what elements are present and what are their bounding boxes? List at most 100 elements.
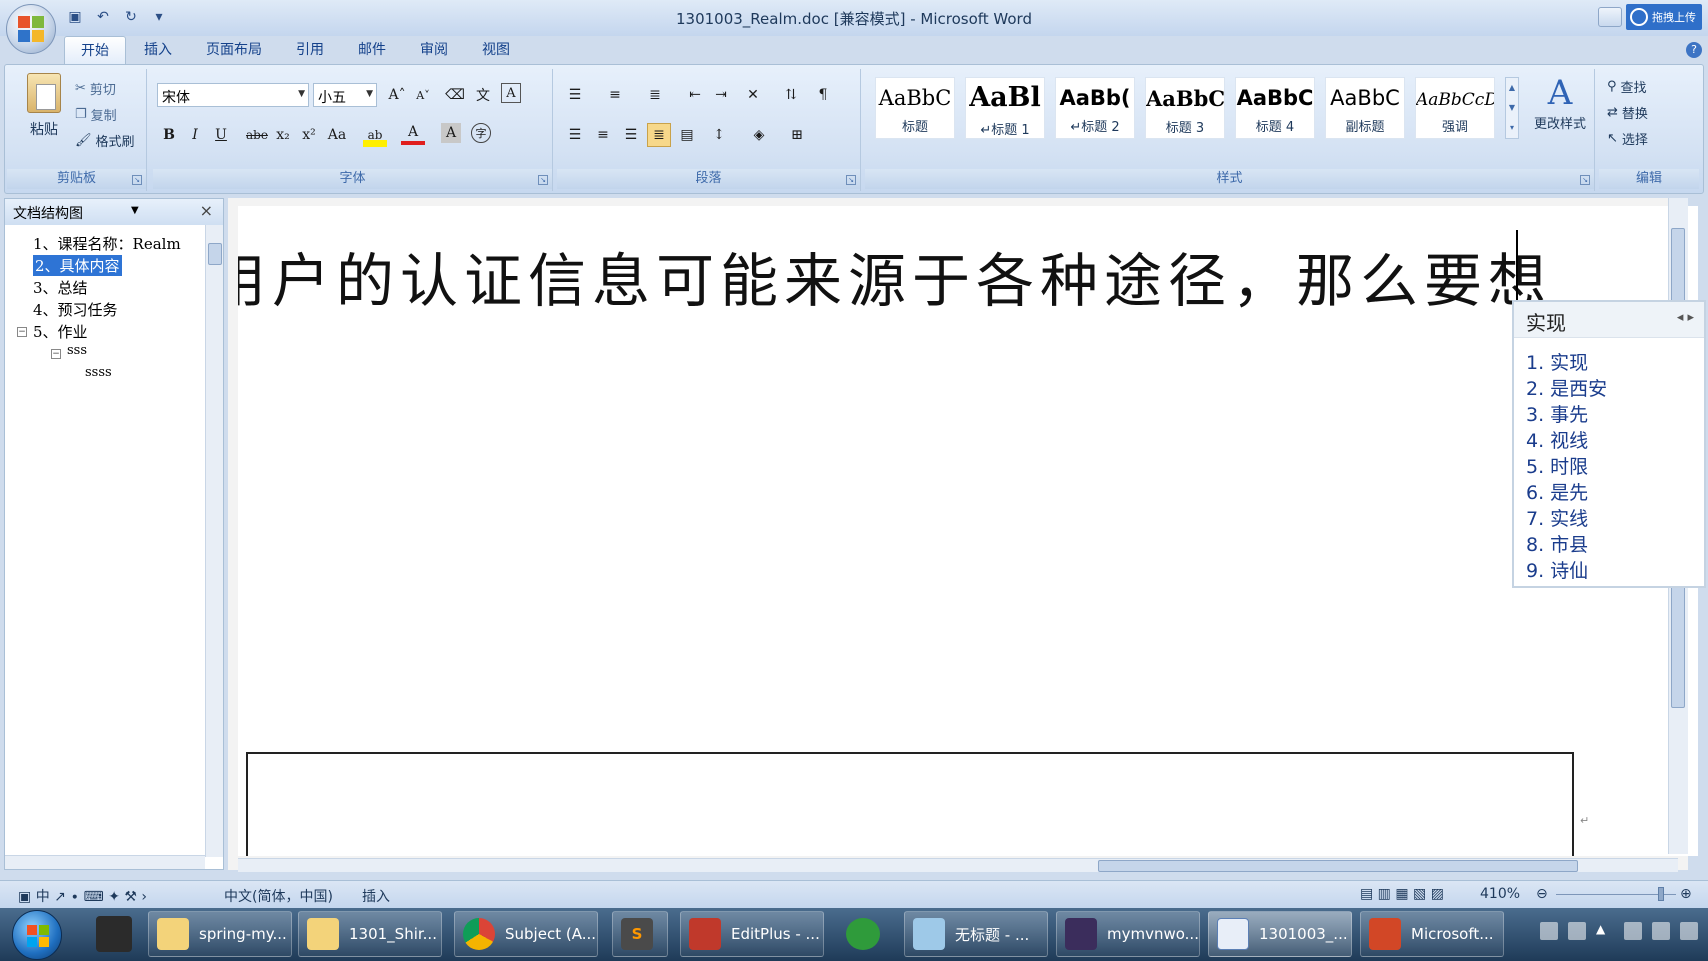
paragraph-launcher-icon[interactable]: ↘ xyxy=(846,175,856,185)
tab-home[interactable]: 开始 xyxy=(64,36,126,64)
style-heading-3[interactable]: AaBbC 标题 3 xyxy=(1145,77,1225,139)
format-painter-button[interactable]: 🖌 格式刷 xyxy=(75,129,135,151)
minimize-button[interactable] xyxy=(1598,7,1622,27)
find-button[interactable]: ⚲ 查找 xyxy=(1607,75,1647,97)
ime-candidate[interactable]: 9. 诗仙 xyxy=(1526,556,1588,583)
enclose-chars-button[interactable]: 字 xyxy=(471,123,491,143)
collapse-icon[interactable]: − xyxy=(51,349,61,359)
scroll-thumb[interactable] xyxy=(1098,860,1578,872)
cut-button[interactable]: ✂ 剪切 xyxy=(75,77,116,99)
nav-item-preview-task[interactable]: 4、预习任务 xyxy=(33,299,118,320)
char-border-button[interactable]: A xyxy=(501,83,521,103)
justify-icon[interactable]: ≣ xyxy=(647,123,671,147)
insert-mode-status[interactable]: 插入 xyxy=(362,886,390,906)
document-horizontal-scrollbar[interactable] xyxy=(238,858,1678,872)
borders-icon[interactable]: ⊞ xyxy=(785,123,809,147)
chinese-layout-icon[interactable]: ✕ xyxy=(741,83,765,107)
tab-insert[interactable]: 插入 xyxy=(128,36,188,64)
change-case-button[interactable]: Aa xyxy=(325,123,349,147)
document-page[interactable]: 用户的认证信息可能来源于各种途径，那么要想 ↵ xyxy=(238,206,1698,856)
taskbar-item-notepad[interactable]: 无标题 - ... xyxy=(904,911,1048,957)
font-name-combo[interactable]: 宋体 ▼ xyxy=(157,83,309,107)
replace-button[interactable]: ⇄ 替换 xyxy=(1607,101,1648,123)
tab-mailings[interactable]: 邮件 xyxy=(342,36,402,64)
copy-button[interactable]: ❐ 复制 xyxy=(75,103,117,125)
shading-icon[interactable]: ◈ xyxy=(747,123,771,147)
clipboard-launcher-icon[interactable]: ↘ xyxy=(132,175,142,185)
taskbar-item-office[interactable]: Microsoft... xyxy=(1360,911,1504,957)
style-heading-1[interactable]: AaBl ↵标题 1 xyxy=(965,77,1045,139)
view-buttons[interactable]: ▤ ▥ ▦ ▧ ▨ xyxy=(1360,886,1444,902)
subscript-button[interactable]: x₂ xyxy=(271,123,295,147)
zoom-slider[interactable]: ⊖ ⊕ xyxy=(1536,886,1696,902)
pinned-app-icon[interactable] xyxy=(96,916,132,952)
tab-references[interactable]: 引用 xyxy=(280,36,340,64)
font-launcher-icon[interactable]: ↘ xyxy=(538,175,548,185)
style-title[interactable]: AaBbC 标题 xyxy=(875,77,955,139)
nav-item-homework[interactable]: 5、作业 xyxy=(33,321,88,342)
tab-view[interactable]: 视图 xyxy=(466,36,526,64)
cloud-upload-button[interactable]: 拖拽上传 xyxy=(1626,4,1702,30)
nav-horizontal-scrollbar[interactable] xyxy=(5,855,205,869)
font-size-combo[interactable]: 小五 ▼ xyxy=(313,83,377,107)
taskbar-item-editplus[interactable]: EditPlus - ... xyxy=(680,911,824,957)
change-styles-button[interactable]: A 更改样式 xyxy=(1529,73,1591,132)
signal-icon[interactable] xyxy=(1652,922,1670,940)
taskbar-item-chrome[interactable]: Subject (A... xyxy=(454,911,598,957)
distributed-icon[interactable]: ▤ xyxy=(675,123,699,147)
ime-candidate[interactable]: 1. 实现 xyxy=(1526,348,1588,375)
multilevel-list-icon[interactable]: ≣ xyxy=(643,83,667,107)
taskbar-item-word[interactable]: 1301003_... xyxy=(1208,911,1352,957)
increase-indent-icon[interactable]: ⇥ xyxy=(709,83,733,107)
nav-item-sss[interactable]: sss xyxy=(67,343,87,358)
collapse-icon[interactable]: − xyxy=(17,327,27,337)
help-icon[interactable]: ? xyxy=(1686,42,1702,58)
select-button[interactable]: ↖ 选择 xyxy=(1607,127,1648,149)
pinned-app-icon[interactable] xyxy=(846,918,880,950)
volume-icon[interactable] xyxy=(1680,922,1698,940)
align-center-icon[interactable]: ≡ xyxy=(591,123,615,147)
nav-vertical-scrollbar[interactable] xyxy=(205,225,223,857)
font-color-button[interactable]: A xyxy=(401,123,425,145)
char-shading-button[interactable]: A xyxy=(441,123,461,143)
superscript-button[interactable]: x² xyxy=(297,123,321,147)
style-emphasis[interactable]: AaBbCcDı 强调 xyxy=(1415,77,1495,139)
strikethrough-button[interactable]: abe xyxy=(245,123,269,147)
italic-button[interactable]: I xyxy=(183,123,207,147)
zoom-thumb[interactable] xyxy=(1658,887,1664,901)
tray-icon[interactable] xyxy=(1540,922,1558,940)
document-text[interactable]: 用户的认证信息可能来源于各种途径，那么要想 xyxy=(238,234,1552,318)
nav-item-ssss[interactable]: ssss xyxy=(85,365,112,380)
network-icon[interactable] xyxy=(1624,922,1642,940)
clear-format-icon[interactable]: ⌫ xyxy=(443,83,467,107)
line-spacing-icon[interactable]: ↕ xyxy=(707,123,731,147)
bullets-icon[interactable]: ☰ xyxy=(563,83,587,107)
nav-item-summary[interactable]: 3、总结 xyxy=(33,277,88,298)
highlight-button[interactable]: ab xyxy=(363,123,387,147)
decrease-indent-icon[interactable]: ⇤ xyxy=(683,83,707,107)
paste-button[interactable]: 粘贴 xyxy=(21,73,67,139)
ime-candidate[interactable]: 3. 事先 xyxy=(1526,400,1588,427)
underline-button[interactable]: U xyxy=(209,123,233,147)
ime-candidate[interactable]: 4. 视线 xyxy=(1526,426,1588,453)
ime-candidate[interactable]: 8. 市县 xyxy=(1526,530,1588,557)
ime-page-arrows-icon[interactable]: ◂ ▸ xyxy=(1677,310,1694,325)
bold-button[interactable]: B xyxy=(157,123,181,147)
numbering-icon[interactable]: ≡ xyxy=(603,83,627,107)
language-status[interactable]: 中文(简体，中国) xyxy=(224,886,333,906)
nav-item-content[interactable]: 2、具体内容 xyxy=(33,255,122,276)
ime-candidate[interactable]: 2. 是西安 xyxy=(1526,374,1607,401)
styles-launcher-icon[interactable]: ↘ xyxy=(1580,175,1590,185)
show-hidden-icon[interactable]: ▲ xyxy=(1596,922,1614,940)
taskbar-item-eclipse[interactable]: mymvnwo... xyxy=(1056,911,1200,957)
zoom-level[interactable]: 410% xyxy=(1480,886,1520,902)
ime-toolbar[interactable]: ▣ 中 ↗ ∙ ⌨ ✦ ⚒ › xyxy=(18,886,147,906)
taskbar-item-sublime[interactable]: S xyxy=(612,911,668,957)
office-button[interactable] xyxy=(6,4,56,54)
taskbar-item-folder[interactable]: 1301_Shir... xyxy=(298,911,442,957)
scroll-thumb[interactable] xyxy=(208,243,222,265)
chevron-down-icon[interactable]: ▼ xyxy=(131,205,139,216)
show-marks-icon[interactable]: ¶ xyxy=(811,83,835,107)
start-button[interactable] xyxy=(12,910,62,960)
shrink-font-button[interactable]: A ˅ xyxy=(411,83,435,107)
